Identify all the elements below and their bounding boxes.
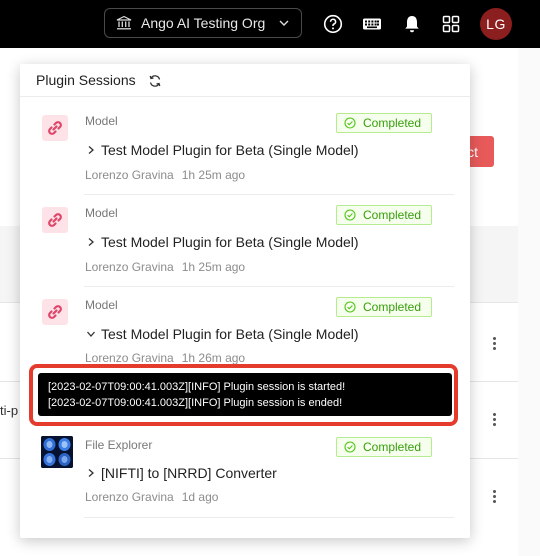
top-navigation-bar: Ango AI Testing Org LG [0, 0, 540, 48]
status-badge: Completed [336, 297, 432, 317]
plugin-session-meta: Lorenzo Gravina 1h 25m ago [85, 260, 245, 274]
plugin-session-title[interactable]: [NIFTI] to [NRRD] Converter [86, 465, 277, 481]
status-badge: Completed [336, 437, 432, 457]
session-user: Lorenzo Gravina [85, 168, 174, 182]
popover-title: Plugin Sessions [36, 72, 136, 88]
session-user: Lorenzo Gravina [85, 490, 174, 504]
keyboard-icon[interactable] [362, 14, 382, 34]
session-time: 1h 25m ago [181, 260, 246, 274]
plugin-session-title[interactable]: Test Model Plugin for Beta (Single Model… [86, 326, 359, 342]
row-more-icon[interactable] [491, 337, 497, 351]
file-explorer-plugin-icon [41, 436, 73, 468]
organization-name: Ango AI Testing Org [141, 15, 266, 31]
plugin-session-meta: Lorenzo Gravina 1d ago [85, 490, 218, 504]
plugin-type: Model [85, 206, 118, 220]
chevron-right-icon [88, 469, 94, 477]
plugin-type: Model [85, 114, 118, 128]
highlight-annotation [29, 364, 458, 426]
bank-icon [116, 15, 132, 30]
plugin-session-title-text: Test Model Plugin for Beta (Single Model… [101, 326, 359, 342]
plugin-session-meta: Lorenzo Gravina 1h 25m ago [85, 168, 245, 182]
status-text: Completed [363, 300, 422, 314]
check-circle-icon [344, 301, 356, 313]
status-badge: Completed [336, 205, 432, 225]
session-user: Lorenzo Gravina [85, 351, 174, 365]
chevron-down-icon [279, 20, 289, 26]
plugin-sessions-popover: Plugin Sessions Model Completed Test Mod… [20, 64, 470, 538]
apps-grid-icon[interactable] [441, 14, 461, 34]
plugin-type: File Explorer [85, 438, 153, 452]
session-time: 1d ago [181, 490, 219, 504]
plugin-type: Model [85, 298, 118, 312]
item-divider [84, 194, 454, 195]
user-avatar[interactable]: LG [480, 8, 512, 40]
status-text: Completed [363, 208, 422, 222]
chevron-right-icon [88, 146, 94, 154]
chevron-down-icon [87, 331, 95, 337]
status-text: Completed [363, 116, 422, 130]
row-more-icon[interactable] [491, 413, 497, 427]
plugin-link-icon [42, 207, 68, 233]
session-time: 1h 25m ago [181, 168, 246, 182]
chevron-right-icon [88, 238, 94, 246]
check-circle-icon [344, 117, 356, 129]
row-more-icon[interactable] [491, 490, 497, 504]
page-scroll-area [518, 48, 540, 556]
organization-selector[interactable]: Ango AI Testing Org [104, 8, 302, 38]
plugin-link-icon [42, 115, 68, 141]
status-badge: Completed [336, 113, 432, 133]
plugin-session-title-text: Test Model Plugin for Beta (Single Model… [101, 234, 359, 250]
item-divider [84, 286, 454, 287]
session-user: Lorenzo Gravina [85, 260, 174, 274]
help-icon[interactable] [323, 14, 343, 34]
bell-icon[interactable] [402, 14, 422, 34]
check-circle-icon [344, 441, 356, 453]
truncated-row-text: ti-p [0, 403, 19, 418]
session-time: 1h 26m ago [181, 351, 246, 365]
refresh-icon[interactable] [148, 74, 162, 88]
popover-header: Plugin Sessions [20, 64, 470, 97]
plugin-session-title[interactable]: Test Model Plugin for Beta (Single Model… [86, 234, 359, 250]
plugin-session-title-text: Test Model Plugin for Beta (Single Model… [101, 142, 359, 158]
plugin-session-meta: Lorenzo Gravina 1h 26m ago [85, 351, 245, 365]
plugin-session-title-text: [NIFTI] to [NRRD] Converter [101, 465, 277, 481]
check-circle-icon [344, 209, 356, 221]
status-text: Completed [363, 440, 422, 454]
item-divider [84, 517, 454, 518]
plugin-session-title[interactable]: Test Model Plugin for Beta (Single Model… [86, 142, 359, 158]
plugin-link-icon [42, 299, 68, 325]
